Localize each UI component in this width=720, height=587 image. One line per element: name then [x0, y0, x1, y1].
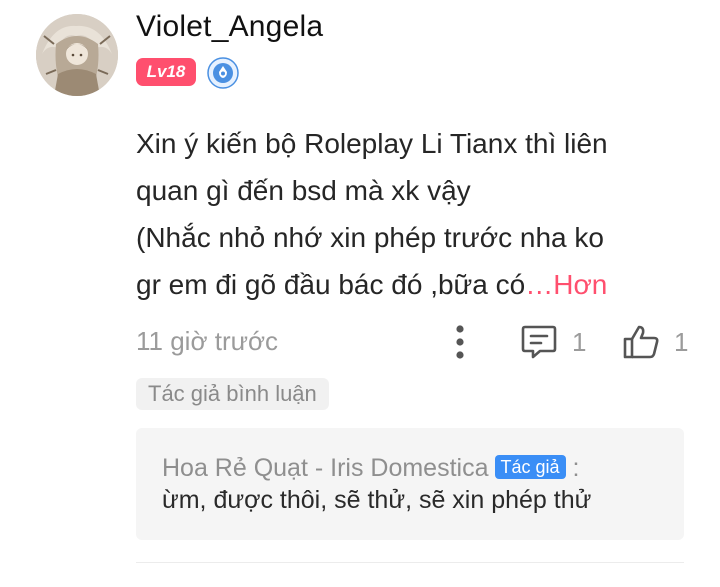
- comment-line: Xin ý kiến bộ Roleplay Li Tianx thì liên: [136, 128, 608, 159]
- divider: [136, 562, 684, 563]
- reply-count: 1: [572, 326, 587, 357]
- comment-icon: [521, 325, 557, 359]
- avatar[interactable]: [36, 14, 118, 96]
- comment-line: quan gì đến bsd mà xk vậy: [136, 175, 471, 206]
- reply-header: Hoa Rẻ Quạt - Iris Domestica Tác giả :: [162, 454, 579, 483]
- username[interactable]: Violet_Angela: [136, 10, 323, 44]
- reply-button[interactable]: 1: [520, 322, 586, 362]
- more-options-button[interactable]: [448, 322, 472, 362]
- like-button[interactable]: 1: [622, 322, 688, 362]
- reply-separator: :: [565, 454, 580, 482]
- reply-author-badge: Tác giả: [494, 455, 566, 479]
- timestamp: 11 giờ trước: [136, 326, 279, 356]
- comment-body: Xin ý kiến bộ Roleplay Li Tianx thì liên…: [136, 120, 696, 308]
- avatar-image: [36, 14, 118, 96]
- reply-author-name[interactable]: Hoa Rẻ Quạt - Iris Domestica: [162, 454, 489, 482]
- verified-badge-icon: [207, 57, 239, 89]
- reply-text: ừm, được thôi, sẽ thử, sẽ xin phép thử: [162, 486, 592, 514]
- comment-line-last: gr em đi gõ đầu bác đó ,bữa có…Hơn: [136, 261, 696, 308]
- thumbs-up-icon: [623, 325, 659, 359]
- reply-preview[interactable]: Hoa Rẻ Quạt - Iris Domestica Tác giả : ừm…: [136, 428, 684, 540]
- more-vertical-icon: [456, 325, 464, 359]
- comment-line-text: gr em đi gõ đầu bác đó ,bữa có: [136, 269, 526, 300]
- level-badge: Lv18: [136, 58, 196, 86]
- author-tag: Tác giả bình luận: [136, 378, 329, 410]
- like-count: 1: [674, 326, 689, 357]
- read-more-link[interactable]: …Hơn: [525, 269, 607, 300]
- comment-line: (Nhắc nhỏ nhớ xin phép trước nha ko: [136, 222, 604, 253]
